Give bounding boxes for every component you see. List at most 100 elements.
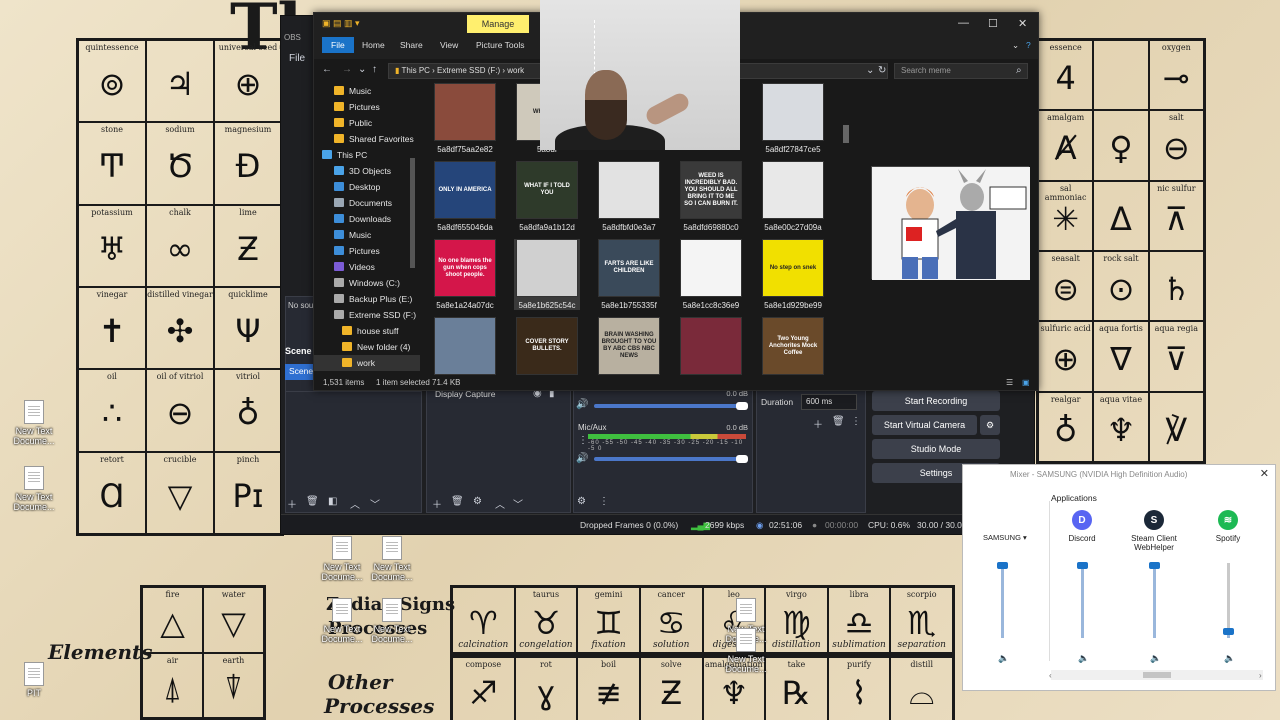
nav-item[interactable]: Downloads — [314, 211, 420, 227]
device-volume-knob[interactable] — [997, 561, 1008, 569]
file-thumbnail[interactable]: 5a8df75aa2e82 — [432, 83, 498, 154]
nav-item[interactable]: 3D Objects — [314, 163, 420, 179]
nav-item[interactable]: Desktop — [314, 179, 420, 195]
nav-item[interactable]: This PC — [314, 147, 420, 163]
add-scene-icon[interactable]: ＋ — [287, 496, 297, 511]
audio-advanced-gear-icon[interactable]: ⚙ — [577, 496, 586, 507]
search-input[interactable]: Search meme — [894, 63, 1028, 79]
file-thumbnail[interactable]: Two Young Anchorites Mock Coffee5a8e3a9d… — [760, 317, 826, 377]
content-scrollbar[interactable] — [843, 125, 849, 143]
add-source-icon[interactable]: ＋ — [432, 496, 442, 511]
nav-item[interactable]: house stuff — [314, 323, 420, 339]
desktop-file-icon[interactable]: New Text Docume... — [10, 466, 58, 512]
desktop-audio-volume-slider[interactable] — [594, 404, 746, 408]
file-thumbnail[interactable]: ONLY IN AMERICA 5a8df655046da — [432, 161, 498, 232]
nav-item[interactable]: Videos — [314, 259, 420, 275]
app-volume-slider[interactable] — [1153, 563, 1156, 638]
start-virtual-camera-button[interactable]: Start Virtual Camera — [872, 415, 977, 435]
nav-scrollbar[interactable] — [410, 158, 415, 268]
source-properties-gear-icon[interactable]: ⚙ — [473, 496, 482, 507]
scene-list-item[interactable]: Scene — [285, 364, 315, 380]
audio-mixer-menu-icon[interactable]: ⋮ — [599, 496, 609, 507]
ribbon-tab-view[interactable]: View — [440, 40, 458, 50]
app-volume-slider[interactable] — [1081, 563, 1084, 638]
nav-item[interactable]: Music — [314, 83, 420, 99]
scroll-left-icon[interactable]: ‹ — [1049, 671, 1052, 680]
nav-item[interactable]: Windows (C:) — [314, 275, 420, 291]
mic-aux-speaker-icon[interactable]: 🔊 — [576, 453, 588, 464]
duration-input[interactable]: 600 ms — [801, 394, 857, 410]
file-thumbnail[interactable]: 5a8e1dc6e415f — [432, 317, 498, 377]
desktop-audio-volume-knob[interactable] — [736, 402, 748, 410]
add-transition-icon[interactable]: ＋ — [813, 416, 823, 431]
desktop-file-icon[interactable]: PIT — [10, 662, 58, 698]
move-source-up-icon[interactable]: ︿ — [495, 496, 505, 511]
nav-item[interactable]: Music — [314, 227, 420, 243]
desktop-file-icon[interactable]: New Text Docume... — [722, 628, 770, 674]
app-volume-knob[interactable] — [1149, 561, 1160, 569]
file-thumbnail[interactable]: 5a8e1cc8c36e9 — [678, 239, 744, 310]
mixer-horizontal-scrollbar[interactable] — [1051, 670, 1263, 680]
studio-mode-button[interactable]: Studio Mode — [872, 439, 1000, 459]
help-icon[interactable]: ? — [1026, 40, 1031, 50]
nav-item[interactable]: work — [314, 355, 420, 371]
desktop-file-icon[interactable]: New Text Docume... — [10, 400, 58, 446]
file-thumbnail[interactable]: WHAT IF I TOLD YOU 5a8dfa9a1b12d — [514, 161, 580, 232]
app-mute-speaker-icon[interactable]: 🔈 — [1078, 653, 1089, 664]
nav-item[interactable]: Pictures — [314, 99, 420, 115]
nav-item[interactable]: Extreme SSD (F:) — [314, 307, 420, 323]
scroll-right-icon[interactable]: › — [1259, 671, 1262, 680]
address-dropdown-icon[interactable]: ⌄ — [866, 65, 874, 76]
file-thumbnail[interactable]: WEED IS INCREDIBLY BAD. YOU SHOULD ALL B… — [678, 161, 744, 232]
scene-filter-icon[interactable]: ◧ — [328, 496, 337, 507]
device-name[interactable]: SAMSUNG ▾ — [983, 533, 1027, 542]
nav-item[interactable]: Shared Favorites — [314, 131, 420, 147]
file-thumbnail[interactable]: 5a8e00c27d09a — [760, 161, 826, 232]
app-mute-speaker-icon[interactable]: 🔈 — [1224, 653, 1235, 664]
ribbon-tab-home[interactable]: Home — [362, 40, 385, 50]
transition-menu-icon[interactable]: ⋮ — [851, 416, 861, 427]
maximize-icon[interactable]: ☐ — [988, 17, 998, 30]
nav-item[interactable]: Public — [314, 115, 420, 131]
app-volume-knob[interactable] — [1223, 627, 1234, 635]
move-scene-down-icon[interactable]: ﹀ — [370, 496, 380, 511]
file-thumbnail[interactable]: COVER STORY BULLETS.5a8e2b3e8882f — [514, 317, 580, 377]
desktop-file-icon[interactable]: New Text Docume... — [368, 536, 416, 582]
app-volume-knob[interactable] — [1077, 561, 1088, 569]
file-thumbnail[interactable]: 5a8df27847ce5 — [760, 83, 826, 154]
file-thumbnail[interactable]: 5a8e2eb07b2fa — [678, 317, 744, 377]
nav-item[interactable]: Documents — [314, 195, 420, 211]
mixer-scroll-thumb[interactable] — [1143, 672, 1171, 678]
ribbon-tab-picture-tools[interactable]: Picture Tools — [476, 40, 525, 50]
ribbon-tab-file[interactable]: File — [322, 37, 354, 53]
virtual-camera-settings-gear-icon[interactable]: ⚙ — [980, 415, 1000, 435]
close-icon[interactable]: ✕ — [1018, 17, 1027, 30]
start-recording-button[interactable]: Start Recording — [872, 391, 1000, 411]
device-volume-slider[interactable] — [1001, 563, 1004, 638]
recent-locations-icon[interactable]: ⌄ — [358, 64, 366, 75]
app-mute-speaker-icon[interactable]: 🔈 — [1150, 653, 1161, 664]
mixer-close-icon[interactable]: ✕ — [1260, 467, 1269, 480]
minimize-icon[interactable]: — — [958, 17, 969, 29]
back-arrow-icon[interactable]: ← — [322, 64, 332, 75]
nav-item[interactable]: New folder (4) — [314, 339, 420, 355]
quick-access-toolbar-icon[interactable]: ▣ ▤ ▥ ▾ — [322, 18, 360, 29]
mic-aux-volume-knob[interactable] — [736, 455, 748, 463]
desktop-file-icon[interactable]: New Text Docume... — [318, 598, 366, 644]
file-thumbnail[interactable]: No step on snek 5a8e1d929be99 — [760, 239, 826, 310]
desktop-audio-speaker-icon[interactable]: 🔊 — [576, 399, 588, 410]
ribbon-expand-icon[interactable]: ⌄ — [1012, 40, 1019, 51]
remove-source-icon[interactable]: 🗑 — [451, 496, 464, 507]
large-icons-view-icon[interactable]: ▣ — [1022, 378, 1030, 387]
file-thumbnail[interactable]: 5a8e1b625c54c — [514, 239, 580, 310]
move-source-down-icon[interactable]: ﹀ — [513, 496, 523, 511]
obs-file-menu[interactable]: File — [289, 53, 305, 64]
desktop-file-icon[interactable]: New Text Docume... — [368, 598, 416, 644]
forward-arrow-icon[interactable]: → — [342, 64, 352, 75]
move-scene-up-icon[interactable]: ︿ — [350, 496, 360, 511]
manage-tab[interactable]: Manage — [467, 15, 529, 33]
ribbon-tab-share[interactable]: Share — [400, 40, 423, 50]
details-view-icon[interactable]: ☰ — [1006, 378, 1013, 387]
mic-aux-menu-icon[interactable]: ⋮ — [578, 435, 588, 446]
remove-scene-icon[interactable]: 🗑 — [306, 496, 319, 507]
